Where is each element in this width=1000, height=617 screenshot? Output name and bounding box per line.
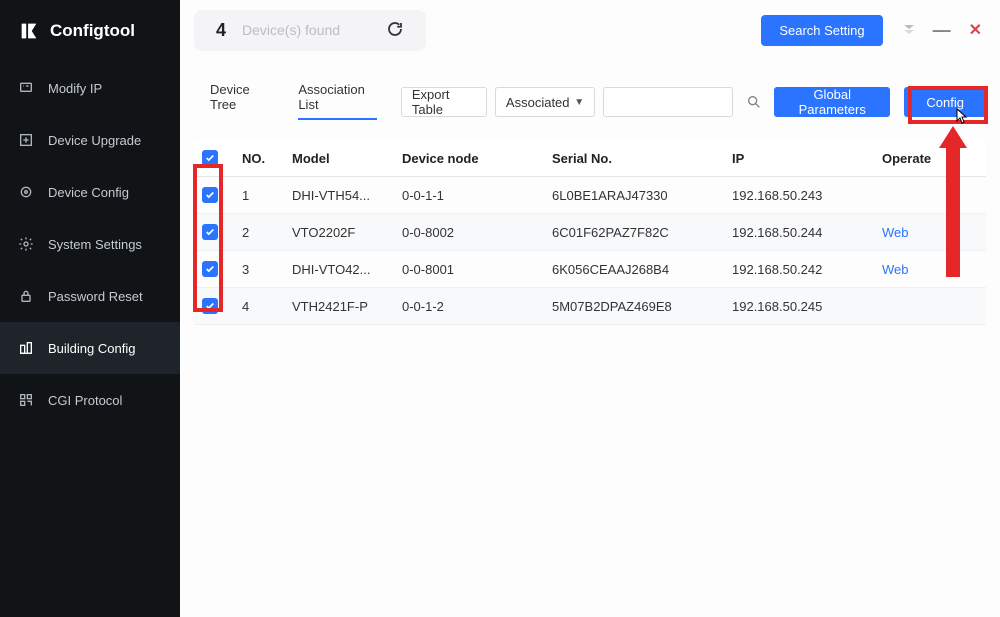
col-ip: IP: [724, 140, 874, 177]
tab-association-list[interactable]: Association List: [298, 82, 377, 120]
tab-device-tree[interactable]: Device Tree: [210, 82, 270, 120]
table-row[interactable]: 1DHI-VTH54...0-0-1-16L0BE1ARAJ47330192.1…: [194, 177, 986, 214]
sidebar-item-label: Password Reset: [48, 289, 143, 304]
sidebar-item-label: Device Config: [48, 185, 129, 200]
global-parameters-button[interactable]: Global Parameters: [774, 87, 890, 117]
lock-icon: [18, 288, 34, 304]
select-all-checkbox[interactable]: [202, 150, 218, 166]
sidebar-item-system-settings[interactable]: System Settings: [0, 218, 180, 270]
cell-node: 0-0-8001: [394, 251, 544, 288]
sidebar-item-label: System Settings: [48, 237, 142, 252]
table-row[interactable]: 2VTO2202F0-0-80026C01F62PAZ7F82C192.168.…: [194, 214, 986, 251]
sidebar-item-building-config[interactable]: Building Config: [0, 322, 180, 374]
search-input[interactable]: [603, 87, 733, 117]
cell-node: 0-0-1-2: [394, 288, 544, 325]
cell-operate: [874, 177, 986, 214]
cell-ip: 192.168.50.245: [724, 288, 874, 325]
search-setting-button[interactable]: Search Setting: [761, 15, 882, 46]
row-checkbox[interactable]: [202, 187, 218, 203]
cell-ip: 192.168.50.242: [724, 251, 874, 288]
cell-operate: Web: [874, 214, 986, 251]
sidebar-item-cgi-protocol[interactable]: CGI Protocol: [0, 374, 180, 426]
row-checkbox[interactable]: [202, 298, 218, 314]
content-area: Device Tree Association List Export Tabl…: [180, 60, 1000, 339]
sidebar-item-label: CGI Protocol: [48, 393, 122, 408]
ip-icon: [18, 80, 34, 96]
col-node: Device node: [394, 140, 544, 177]
col-model: Model: [284, 140, 394, 177]
cell-node: 0-0-8002: [394, 214, 544, 251]
dropdown-menu-icon[interactable]: [903, 24, 915, 37]
cell-no: 3: [234, 251, 284, 288]
cell-no: 2: [234, 214, 284, 251]
table-row[interactable]: 3DHI-VTO42...0-0-80016K056CEAAJ268B4192.…: [194, 251, 986, 288]
sidebar-item-device-config[interactable]: Device Config: [0, 166, 180, 218]
device-table: NO. Model Device node Serial No. IP Oper…: [194, 140, 986, 325]
cell-ip: 192.168.50.244: [724, 214, 874, 251]
cell-serial: 6K056CEAAJ268B4: [544, 251, 724, 288]
cell-model: DHI-VTH54...: [284, 177, 394, 214]
col-operate: Operate: [874, 140, 986, 177]
toolbar: Device Tree Association List Export Tabl…: [194, 74, 986, 130]
web-link[interactable]: Web: [882, 262, 909, 277]
main-panel: 4 Device(s) found Search Setting — ✕ Dev…: [180, 0, 1000, 617]
devices-found-text: Device(s) found: [242, 22, 340, 38]
row-checkbox[interactable]: [202, 261, 218, 277]
cell-model: DHI-VTO42...: [284, 251, 394, 288]
export-table-label: Export Table: [412, 87, 476, 117]
cell-operate: Web: [874, 251, 986, 288]
building-icon: [18, 340, 34, 356]
cell-no: 1: [234, 177, 284, 214]
col-no: NO.: [234, 140, 284, 177]
chevron-down-icon: ▼: [574, 97, 584, 108]
cell-serial: 6C01F62PAZ7F82C: [544, 214, 724, 251]
topbar: 4 Device(s) found Search Setting — ✕: [180, 0, 1000, 60]
refresh-icon[interactable]: [386, 20, 404, 41]
devices-found-count: 4: [216, 20, 226, 41]
sidebar-item-device-upgrade[interactable]: Device Upgrade: [0, 114, 180, 166]
export-table-button[interactable]: Export Table: [401, 87, 487, 117]
app-logo-row: Configtool: [0, 8, 180, 62]
config-button[interactable]: Config: [904, 87, 986, 117]
cell-ip: 192.168.50.243: [724, 177, 874, 214]
upgrade-icon: [18, 132, 34, 148]
minimize-icon[interactable]: —: [933, 20, 951, 41]
cell-no: 4: [234, 288, 284, 325]
qr-icon: [18, 392, 34, 408]
sidebar-item-modify-ip[interactable]: Modify IP: [0, 62, 180, 114]
cell-model: VTO2202F: [284, 214, 394, 251]
cell-serial: 5M07B2DPAZ469E8: [544, 288, 724, 325]
cell-model: VTH2421F-P: [284, 288, 394, 325]
sidebar-item-label: Modify IP: [48, 81, 102, 96]
search-icon[interactable]: [741, 87, 766, 117]
gear-icon: [18, 236, 34, 252]
table-row[interactable]: 4VTH2421F-P0-0-1-25M07B2DPAZ469E8192.168…: [194, 288, 986, 325]
devices-found-box: 4 Device(s) found: [194, 10, 426, 51]
tabs: Device Tree Association List: [194, 74, 377, 130]
row-checkbox[interactable]: [202, 224, 218, 240]
cell-operate: [874, 288, 986, 325]
sidebar-item-password-reset[interactable]: Password Reset: [0, 270, 180, 322]
config-icon: [18, 184, 34, 200]
app-name: Configtool: [50, 21, 135, 41]
col-serial: Serial No.: [544, 140, 724, 177]
sidebar: Configtool Modify IP Device Upgrade Devi…: [0, 0, 180, 617]
close-icon[interactable]: ✕: [969, 20, 982, 40]
associated-dropdown-value: Associated: [506, 95, 570, 110]
cell-node: 0-0-1-1: [394, 177, 544, 214]
window-controls: — ✕: [903, 20, 982, 41]
sidebar-item-label: Building Config: [48, 341, 135, 356]
sidebar-item-label: Device Upgrade: [48, 133, 141, 148]
web-link[interactable]: Web: [882, 225, 909, 240]
cell-serial: 6L0BE1ARAJ47330: [544, 177, 724, 214]
app-logo-icon: [18, 20, 40, 42]
associated-dropdown[interactable]: Associated ▼: [495, 87, 595, 117]
